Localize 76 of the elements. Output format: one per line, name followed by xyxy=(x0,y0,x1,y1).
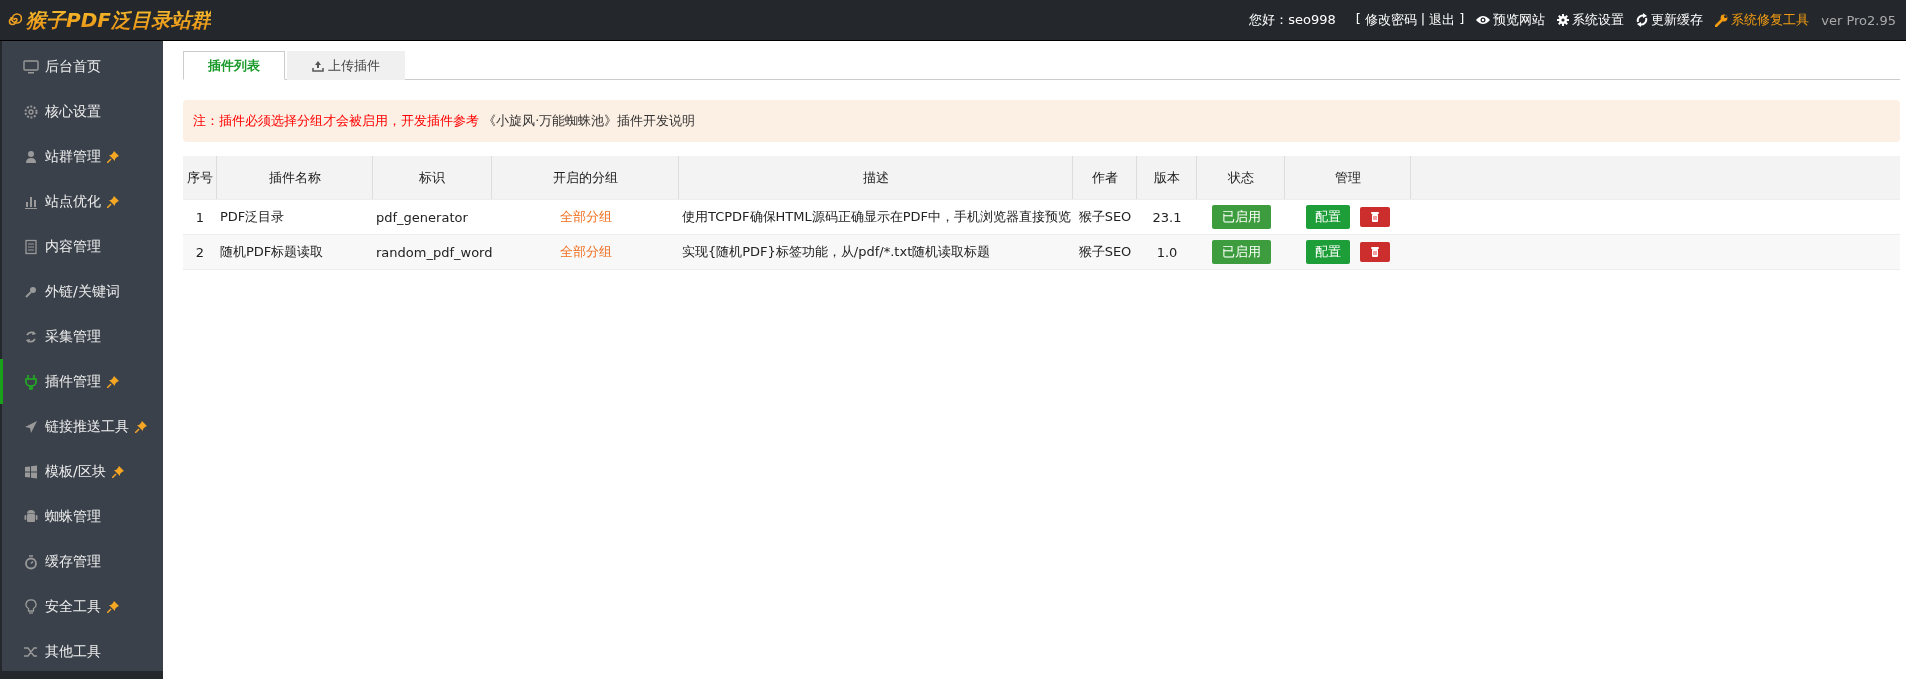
header-link[interactable]: 更新缓存 xyxy=(1636,11,1704,29)
greeting-text: 您好：seo998 xyxy=(1249,11,1336,29)
sidebar-item[interactable]: 链接推送工具 xyxy=(0,404,163,449)
separator-mark: | xyxy=(1420,11,1426,28)
eye-icon xyxy=(1476,15,1491,25)
sidebar-item[interactable]: 缓存管理 xyxy=(0,539,163,584)
plug-icon xyxy=(23,373,39,390)
sidebar-item[interactable]: 后台首页 xyxy=(0,44,163,89)
document-icon xyxy=(23,238,39,255)
gear-icon xyxy=(1557,14,1570,26)
refresh-icon xyxy=(1636,13,1649,27)
tab[interactable]: 插件列表 xyxy=(183,51,285,80)
robot-icon xyxy=(23,508,39,525)
column-header: 描述 xyxy=(679,156,1073,199)
table-cell-text: 1.0 xyxy=(1155,243,1179,262)
sidebar-item[interactable]: 模板/区块 xyxy=(0,449,163,494)
person-icon xyxy=(23,148,39,165)
upload-icon xyxy=(312,59,324,72)
wrench-icon xyxy=(1715,13,1729,27)
column-header: 序号 xyxy=(183,156,217,199)
refresh-icon xyxy=(23,328,39,345)
sidebar-item[interactable]: 蜘蛛管理 xyxy=(0,494,163,539)
bracket-mark: [ xyxy=(1355,11,1361,28)
config-button[interactable]: 配置 xyxy=(1306,240,1350,264)
trash-icon xyxy=(1370,211,1380,223)
delete-button[interactable] xyxy=(1360,242,1390,262)
table-cell-text: 实现{随机PDF}标签功能，从/pdf/*.txt随机读取标题 xyxy=(681,243,992,261)
sidebar-item[interactable]: 站点优化 xyxy=(0,179,163,224)
column-header: 管理 xyxy=(1285,156,1411,199)
windows-icon xyxy=(23,463,39,480)
header-link[interactable]: 预览网站 xyxy=(1476,11,1546,29)
send-icon xyxy=(23,418,39,435)
monitor-icon xyxy=(23,58,39,75)
sidebar-item[interactable]: 站群管理 xyxy=(0,134,163,179)
table-cell-text: 猴子SEO xyxy=(1077,208,1133,226)
table-cell-text: 全部分组 xyxy=(558,243,613,261)
trash-icon xyxy=(1370,246,1380,258)
delete-button[interactable] xyxy=(1360,207,1390,227)
column-header: 插件名称 xyxy=(217,156,373,199)
tab[interactable]: 上传插件 xyxy=(287,51,405,80)
table-cell-text: 1 xyxy=(194,208,206,227)
table-cell-text: 全部分组 xyxy=(558,208,613,226)
table-cell-text: 2 xyxy=(194,243,206,262)
header-link[interactable]: 系统设置 xyxy=(1557,11,1625,29)
header-link[interactable]: 系统修复工具 xyxy=(1715,11,1810,29)
table-cell-text: random_pdf_word xyxy=(375,243,492,262)
status-badge: 已启用 xyxy=(1211,205,1271,229)
sidebar-item[interactable]: 外链/关键词 xyxy=(0,269,163,314)
table-cell-text: 使用TCPDF确保HTML源码正确显示在PDF中，手机浏览器直接预览 xyxy=(681,208,1073,226)
column-header: 作者 xyxy=(1073,156,1137,199)
table-cell-text: 猴子SEO xyxy=(1077,243,1133,261)
sidebar-item[interactable]: 安全工具 xyxy=(0,584,163,629)
bulb-icon xyxy=(23,598,39,615)
column-header: 标识 xyxy=(373,156,492,199)
sidebar-item[interactable]: 其他工具 xyxy=(0,629,163,674)
column-header: 状态 xyxy=(1197,156,1285,199)
bracket-mark: ] xyxy=(1459,11,1465,28)
dev-guide-link[interactable]: 《小旋风·万能蜘蛛池》插件开发说明 xyxy=(483,113,696,128)
sidebar-item[interactable]: 插件管理 xyxy=(0,359,163,404)
account-link[interactable]: 退出 xyxy=(1429,11,1456,29)
account-link[interactable]: 修改密码 xyxy=(1364,11,1417,29)
sidebar-item[interactable]: 采集管理 xyxy=(0,314,163,359)
config-button[interactable]: 配置 xyxy=(1306,205,1350,229)
status-badge: 已启用 xyxy=(1211,240,1271,264)
sidebar-item[interactable]: 内容管理 xyxy=(0,224,163,269)
table-cell-text: PDF泛目录 xyxy=(219,208,286,226)
notice-text: 注：插件必须选择分组才会被启用，开发插件参考 xyxy=(193,113,479,128)
table-cell-text: 随机PDF标题读取 xyxy=(219,243,325,261)
stopwatch-icon xyxy=(23,553,39,570)
table-cell-text: pdf_generator xyxy=(375,208,469,227)
gear-icon xyxy=(23,103,39,120)
table-cell-text: 23.1 xyxy=(1151,208,1183,227)
sidebar-item[interactable]: 核心设置 xyxy=(0,89,163,134)
column-header: 版本 xyxy=(1137,156,1197,199)
version-text: ver Pro2.95 xyxy=(1821,12,1896,28)
column-header: 开启的分组 xyxy=(492,156,679,199)
